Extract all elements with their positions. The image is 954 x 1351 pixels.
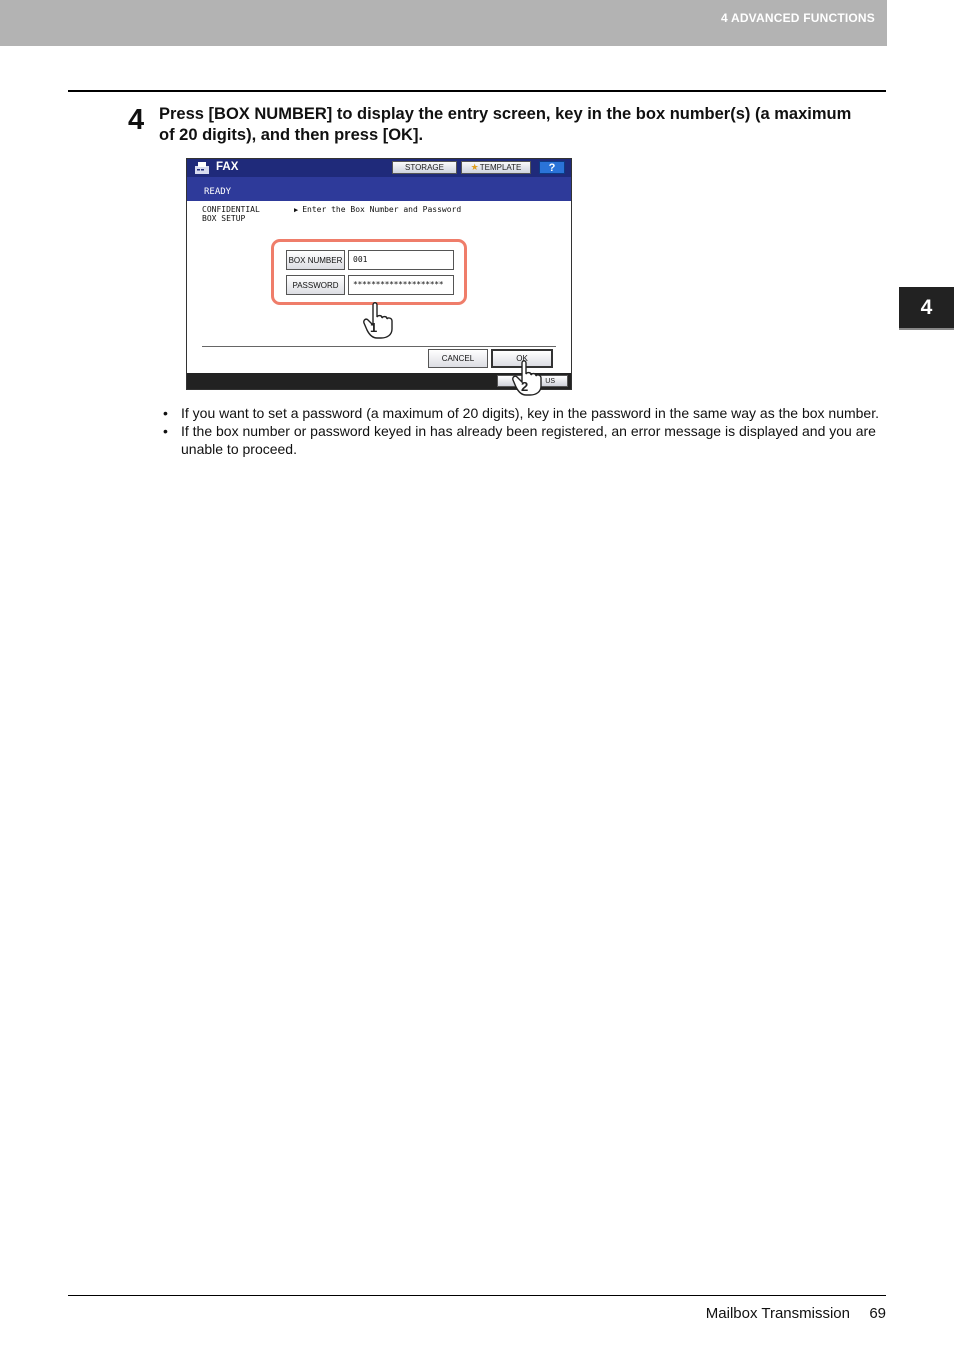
note-text: If the box number or password keyed in h… (181, 423, 876, 457)
box-number-field[interactable]: 001 (348, 250, 454, 270)
list-item: • If you want to set a password (a maxim… (163, 404, 883, 422)
page-number: 69 (869, 1305, 886, 1322)
step-instruction: Press [BOX NUMBER] to display the entry … (159, 105, 852, 144)
divider (202, 346, 556, 347)
note-text: If you want to set a password (a maximum… (181, 405, 879, 421)
bullet-icon: • (163, 423, 168, 439)
screen-title: FAX (216, 161, 239, 173)
bottom-rule (68, 1295, 886, 1296)
menu-title-line1: CONFIDENTIAL (202, 205, 260, 214)
status-strip (187, 177, 571, 201)
screen-title-bar: FAX STORAGE ★ TEMPLATE ? (187, 159, 571, 177)
page-header: 4 ADVANCED FUNCTIONS (0, 0, 887, 46)
cancel-button[interactable]: CANCEL (428, 349, 488, 368)
list-item: • If the box number or password keyed in… (163, 422, 883, 458)
highlight-frame (271, 239, 467, 305)
chapter-tab[interactable]: 4 (899, 287, 954, 328)
password-field[interactable]: ******************** (348, 275, 454, 295)
fax-icon (195, 162, 209, 174)
status-text: READY (204, 187, 232, 197)
pointing-hand-icon: 2 (512, 360, 542, 396)
arrow-right-icon: ▶ (294, 206, 299, 214)
screen-instruction: ▶ Enter the Box Number and Password (294, 205, 461, 214)
password-button[interactable]: PASSWORD (286, 275, 345, 295)
notes-list: • If you want to set a password (a maxim… (163, 404, 883, 458)
template-button[interactable]: ★ TEMPLATE (461, 161, 531, 174)
star-icon: ★ (470, 162, 479, 172)
bullet-icon: • (163, 405, 168, 421)
template-label: TEMPLATE (479, 163, 522, 172)
device-screen: FAX STORAGE ★ TEMPLATE ? READY CONFIDENT… (186, 158, 572, 396)
storage-button[interactable]: STORAGE (392, 161, 457, 174)
menu-title-line2: BOX SETUP (202, 214, 246, 223)
box-number-button[interactable]: BOX NUMBER (286, 250, 345, 270)
pointing-hand-icon: 1 (363, 302, 393, 339)
footer-section-title: Mailbox Transmission (705, 1305, 850, 1322)
step-number: 4 (128, 104, 145, 136)
chapter-title: 4 ADVANCED FUNCTIONS (720, 11, 875, 25)
menu-title: CONFIDENTIAL BOX SETUP (202, 205, 260, 223)
top-rule (68, 90, 886, 92)
help-button[interactable]: ? (539, 161, 565, 174)
chapter-tab-underline (899, 328, 954, 330)
callout-2: 2 (521, 379, 528, 394)
screen-instruction-text: Enter the Box Number and Password (302, 205, 462, 214)
callout-1: 1 (370, 320, 377, 335)
